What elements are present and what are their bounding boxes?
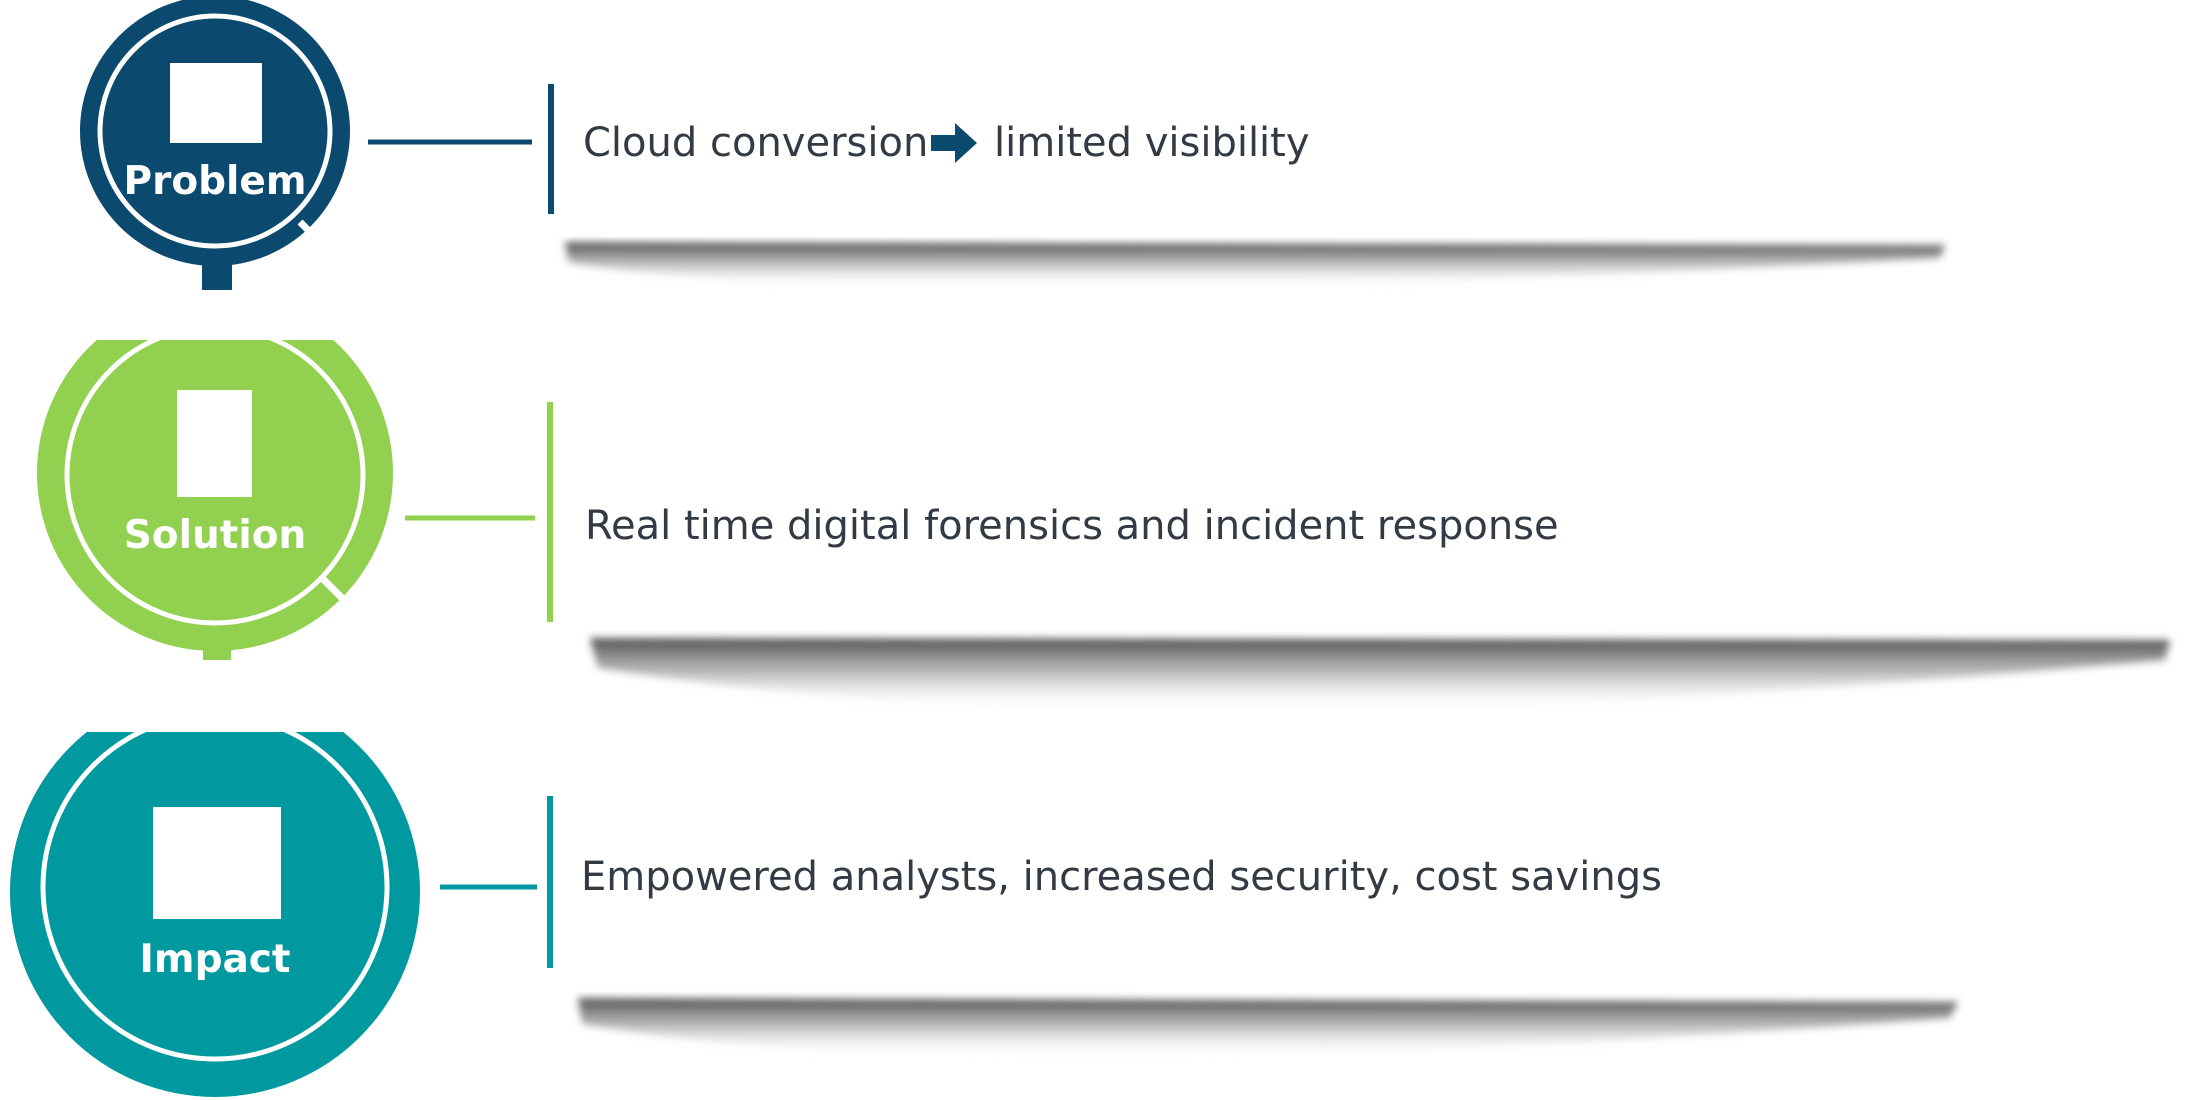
step-problem: Problem Cloud conversion limited visibil… <box>80 0 2165 338</box>
step-label-impact: Impact <box>139 937 290 982</box>
card-accent-impact <box>547 796 553 968</box>
icon-placeholder-solution <box>177 390 252 497</box>
card-shadow-problem <box>565 242 1945 289</box>
card-shadow-solution <box>590 638 2170 713</box>
step-label-solution: Solution <box>124 513 307 558</box>
step-text-impact: Empowered analysts, increased security, … <box>581 854 1662 900</box>
step-impact: Impact Empowered analysts, increased sec… <box>0 660 2210 1097</box>
card-accent-solution <box>547 402 553 622</box>
step-text-solution: Real time digital forensics and incident… <box>585 503 1559 549</box>
icon-placeholder-impact <box>153 807 281 919</box>
circle-cut-solution <box>20 290 410 340</box>
icon-placeholder-problem <box>170 63 262 143</box>
step-label-problem: Problem <box>124 159 307 204</box>
step-text-problem-before: Cloud conversion <box>583 120 928 166</box>
card-accent-problem <box>548 84 554 214</box>
circle-cut-impact <box>0 660 440 732</box>
card-shadow-impact <box>578 998 1958 1059</box>
step-text-problem-after: limited visibility <box>994 120 1310 166</box>
flow-diagram: Problem Cloud conversion limited visibil… <box>0 0 2210 1097</box>
